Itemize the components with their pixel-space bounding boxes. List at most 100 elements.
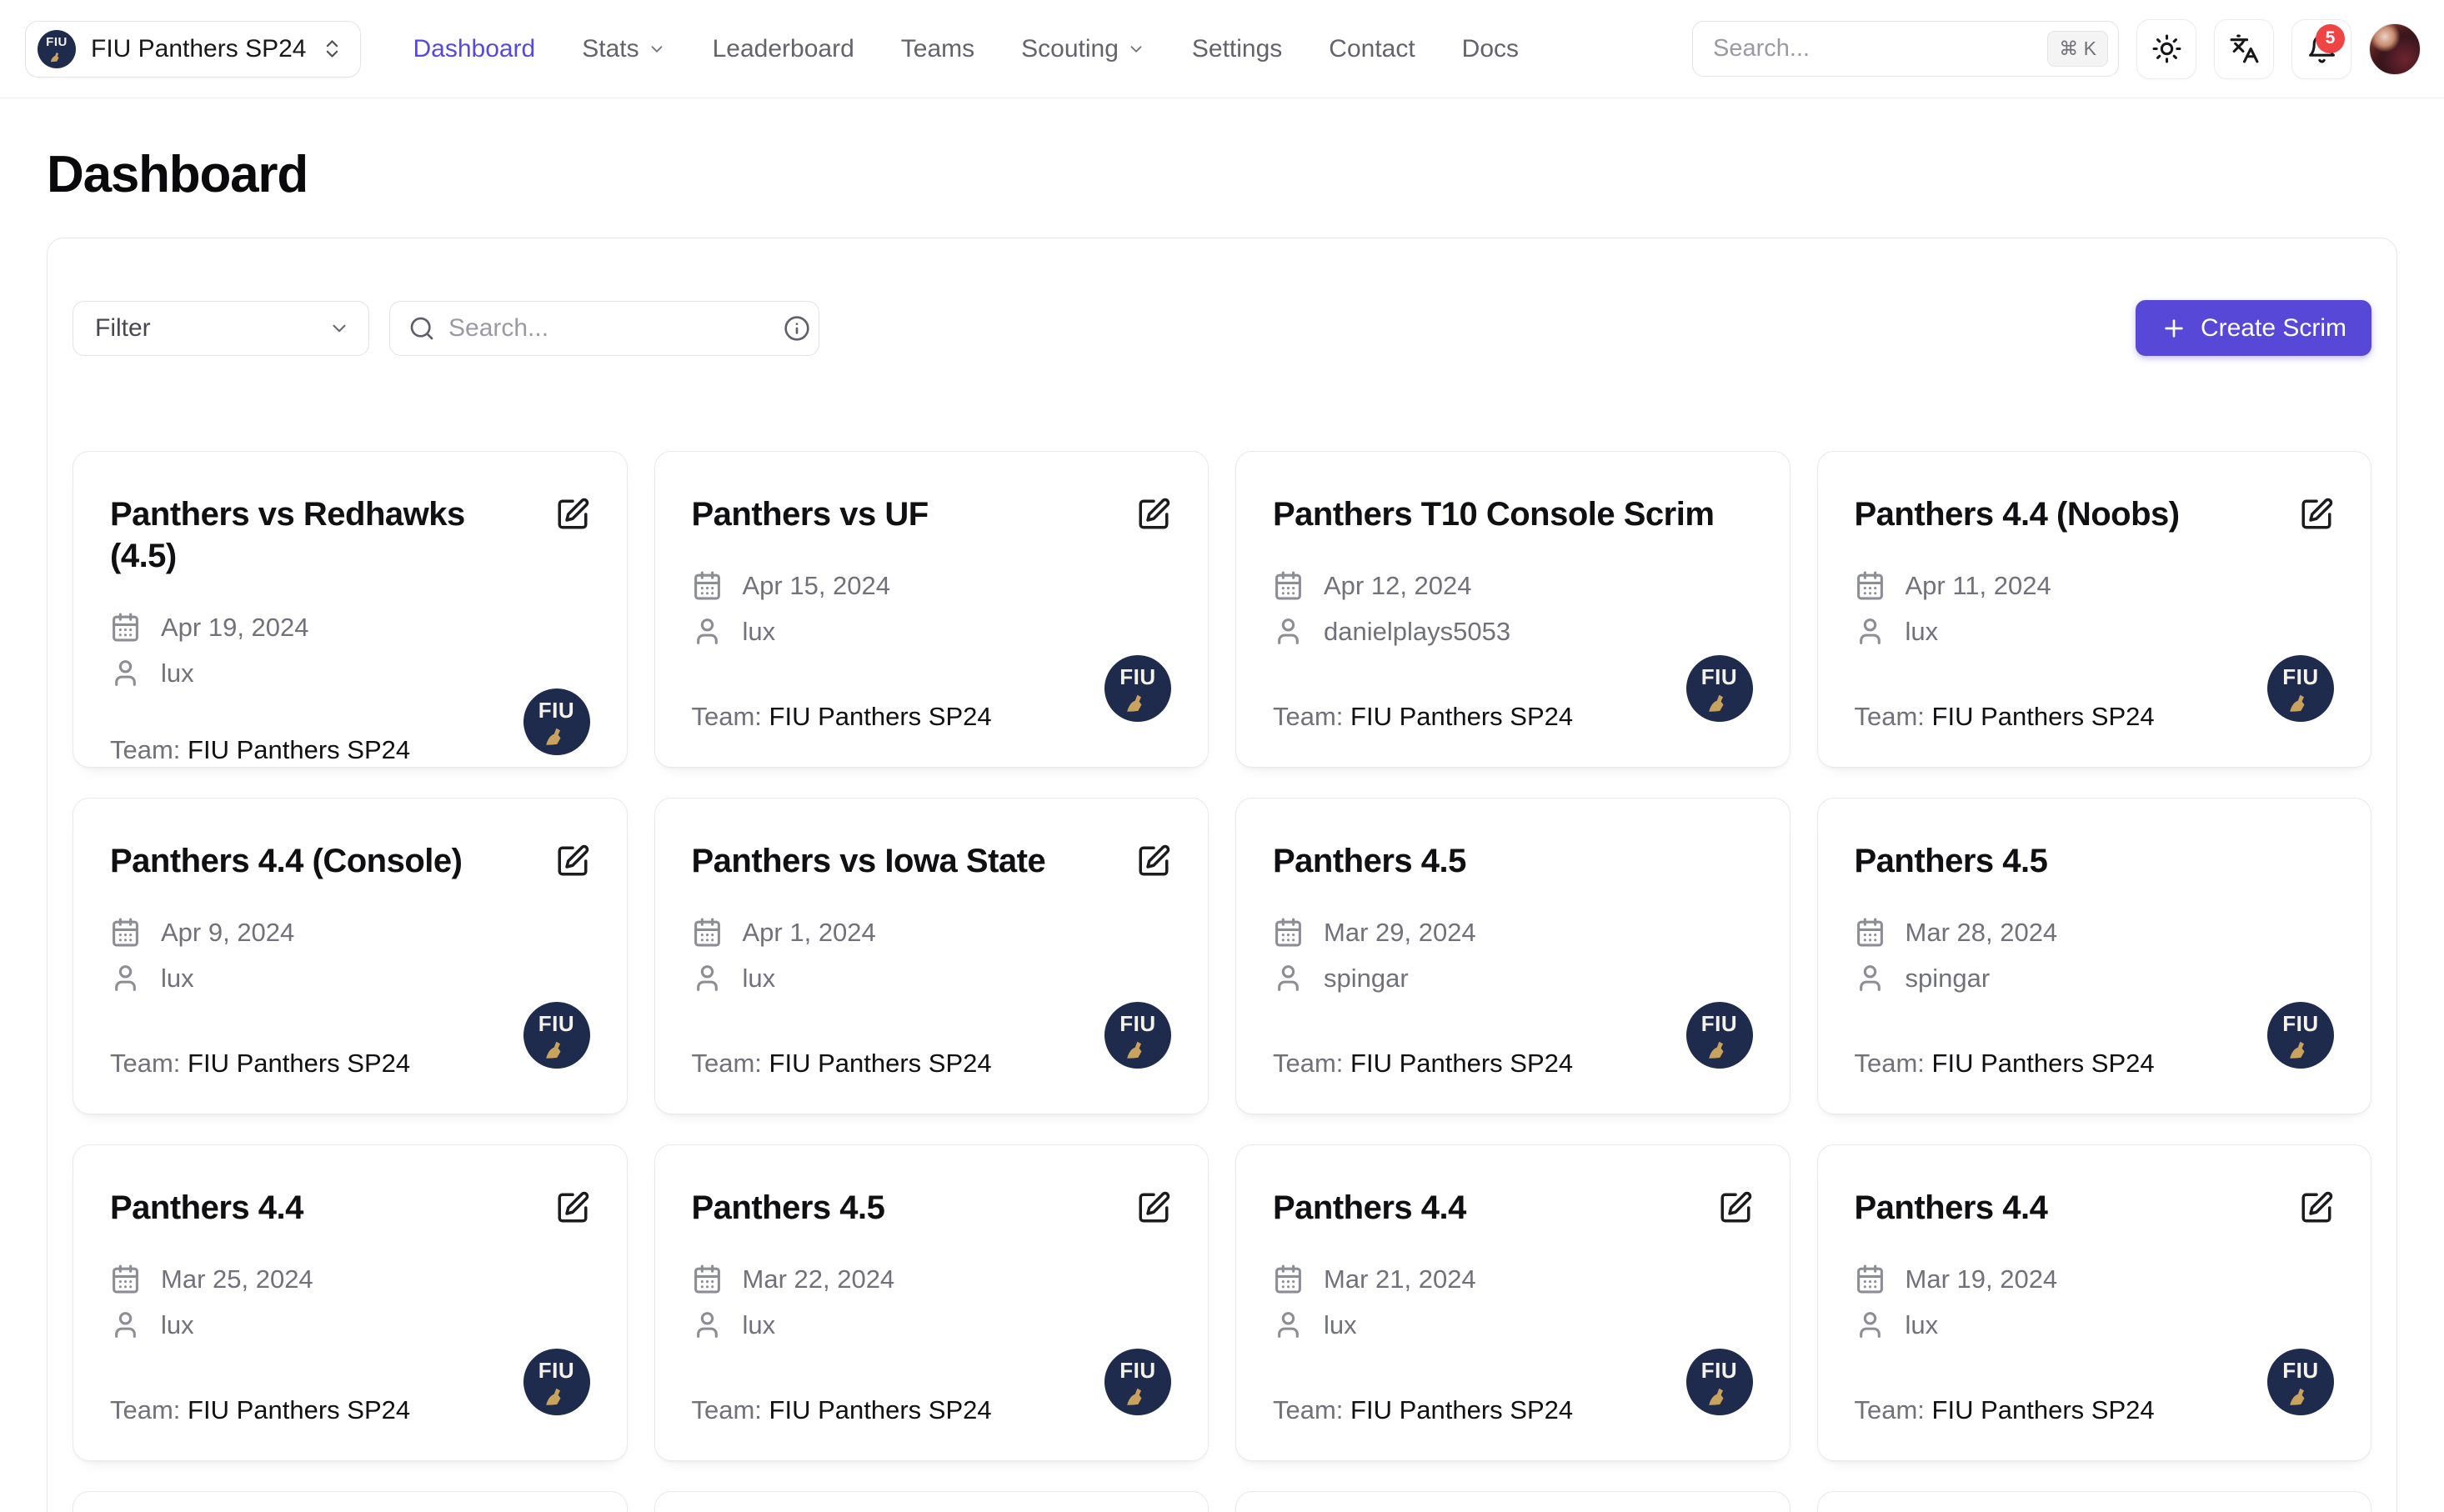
scrim-owner-row: lux — [692, 616, 1172, 647]
team-label: Team: — [692, 702, 762, 731]
scrim-card-partial[interactable] — [1235, 1491, 1790, 1512]
team-logo: FIU — [523, 1349, 590, 1415]
scrim-title: Panthers vs Redhawks (4.5) — [110, 493, 538, 577]
nav-link-label: Leaderboard — [713, 35, 854, 63]
scrim-date: Mar 19, 2024 — [1906, 1264, 2058, 1294]
nav-link-dashboard[interactable]: Dashboard — [413, 35, 535, 63]
scrim-card[interactable]: Panthers 4.4 Mar 25, 2024 lux — [73, 1144, 628, 1461]
nav-link-teams[interactable]: Teams — [901, 35, 974, 63]
chevron-down-icon — [328, 318, 350, 339]
edit-scrim-button[interactable] — [555, 844, 590, 879]
global-search[interactable]: ⌘ K — [1692, 21, 2119, 77]
card-header: Panthers 4.4 (Console) — [110, 840, 590, 882]
nav-link-label: Dashboard — [413, 35, 535, 63]
panther-icon — [1120, 1034, 1155, 1061]
language-button[interactable] — [2214, 19, 2274, 79]
calendar-icon — [1273, 1264, 1304, 1294]
scrim-card[interactable]: Panthers 4.5 Mar 28, 2024 spingar Team: — [1817, 798, 2372, 1114]
scrim-card[interactable]: Panthers 4.4 Mar 19, 2024 lux — [1817, 1144, 2372, 1461]
scrim-owner-row: danielplays5053 — [1273, 616, 1753, 647]
scrim-owner-row: lux — [692, 963, 1172, 994]
scrim-title: Panthers 4.4 — [1855, 1187, 2048, 1229]
team-logo: FIU — [523, 1002, 590, 1069]
scrim-title: Panthers vs Iowa State — [692, 840, 1046, 882]
scrim-card[interactable]: Panthers T10 Console Scrim Apr 12, 2024 … — [1235, 451, 1790, 768]
card-footer: Team: FIU Panthers SP24 FIU — [110, 1002, 590, 1079]
edit-scrim-button[interactable] — [2299, 1190, 2334, 1225]
team-label: Team: — [1273, 1049, 1343, 1078]
scrim-card[interactable]: Panthers 4.4 (Console) Apr 9, 2024 — [73, 798, 628, 1114]
scrim-date-row: Apr 12, 2024 — [1273, 570, 1753, 601]
card-footer: Team: FIU Panthers SP24 FIU — [1855, 1349, 2335, 1425]
panther-icon — [1702, 688, 1737, 714]
edit-scrim-button[interactable] — [1136, 844, 1171, 879]
team-logo-text: FIU — [46, 36, 68, 48]
scrim-card[interactable]: Panthers 4.4 (Noobs) Apr 11, 2024 — [1817, 451, 2372, 768]
filter-select[interactable]: Filter — [73, 301, 369, 356]
scrim-card[interactable]: Panthers 4.5 Mar 29, 2024 spingar Team: — [1235, 798, 1790, 1114]
team-logo-text: FIU — [538, 1013, 574, 1034]
edit-scrim-button[interactable] — [2299, 497, 2334, 532]
edit-scrim-button[interactable] — [1136, 1190, 1171, 1225]
scrim-card[interactable]: Panthers vs Iowa State Apr 1, 2024 — [654, 798, 1209, 1114]
team-selector[interactable]: FIU FIU Panthers SP24 — [25, 21, 361, 78]
main-nav: Dashboard Stats Leaderboard Teams Scouti… — [413, 35, 1519, 63]
scrim-date-row: Mar 21, 2024 — [1273, 1264, 1753, 1294]
panther-icon — [539, 1381, 574, 1408]
nav-link-scouting[interactable]: Scouting — [1021, 35, 1145, 63]
notifications-button[interactable]: 5 — [2291, 19, 2351, 79]
team-name: FIU Panthers SP24 — [188, 1049, 410, 1078]
panther-icon — [1120, 688, 1155, 714]
scrim-title: Panthers 4.4 — [110, 1187, 303, 1229]
card-footer: Team: FIU Panthers SP24 FIU — [692, 1349, 1172, 1425]
scrim-owner: lux — [161, 964, 194, 994]
panther-icon — [539, 721, 574, 748]
plus-icon — [2161, 315, 2187, 342]
scrim-card[interactable]: Panthers vs UF Apr 15, 2024 lu — [654, 451, 1209, 768]
user-icon — [692, 1309, 723, 1340]
scrim-card[interactable]: Panthers vs Redhawks (4.5) Apr 19, 2024 — [73, 451, 628, 768]
team-logo-text: FIU — [2282, 1359, 2318, 1381]
scrim-date: Apr 12, 2024 — [1324, 571, 1472, 601]
scrim-card-partial[interactable] — [654, 1491, 1209, 1512]
scrim-owner: lux — [743, 1310, 776, 1340]
scrim-search[interactable] — [389, 301, 819, 356]
scrim-title: Panthers 4.4 (Console) — [110, 840, 462, 882]
team-logo-text: FIU — [2282, 666, 2318, 688]
nav-link-settings[interactable]: Settings — [1192, 35, 1282, 63]
scrim-title: Panthers vs UF — [692, 493, 929, 535]
scrim-card[interactable]: Panthers 4.5 Mar 22, 2024 lux — [654, 1144, 1209, 1461]
nav-link-stats[interactable]: Stats — [582, 35, 665, 63]
user-icon — [1855, 616, 1886, 647]
team-label: Team: — [1855, 1049, 1925, 1078]
card-meta: Mar 21, 2024 lux — [1273, 1264, 1753, 1340]
scrim-card-partial[interactable] — [73, 1491, 628, 1512]
nav-link-docs[interactable]: Docs — [1462, 35, 1519, 63]
create-scrim-button[interactable]: Create Scrim — [2136, 300, 2371, 356]
calendar-icon — [692, 917, 723, 948]
theme-toggle-button[interactable] — [2136, 19, 2196, 79]
calendar-icon — [1273, 570, 1304, 601]
edit-scrim-button[interactable] — [555, 497, 590, 532]
team-logo-text: FIU — [1119, 666, 1155, 688]
nav-link-label: Teams — [901, 35, 974, 63]
edit-scrim-button[interactable] — [1718, 1190, 1753, 1225]
chevrons-up-down-icon — [321, 38, 343, 60]
nav-link-contact[interactable]: Contact — [1329, 35, 1415, 63]
scrim-card[interactable]: Panthers 4.4 Mar 21, 2024 lux — [1235, 1144, 1790, 1461]
nav-link-leaderboard[interactable]: Leaderboard — [713, 35, 854, 63]
card-header: Panthers 4.4 — [1855, 1187, 2335, 1229]
scrim-date: Mar 28, 2024 — [1906, 918, 2058, 948]
card-footer: Team: FIU Panthers SP24 FIU — [1273, 1349, 1753, 1425]
team-name: FIU Panthers SP24 — [769, 1049, 992, 1078]
edit-scrim-button[interactable] — [1136, 497, 1171, 532]
edit-scrim-button[interactable] — [555, 1190, 590, 1225]
calendar-icon — [1855, 917, 1886, 948]
scrim-card-partial[interactable] — [1817, 1491, 2372, 1512]
info-icon[interactable] — [784, 315, 810, 342]
scrim-search-input[interactable] — [448, 314, 770, 343]
card-footer: Team: FIU Panthers SP24 FIU — [1855, 1002, 2335, 1079]
scrim-title: Panthers 4.5 — [1855, 840, 2048, 882]
user-avatar[interactable] — [2369, 23, 2421, 75]
global-search-input[interactable] — [1713, 35, 2047, 63]
